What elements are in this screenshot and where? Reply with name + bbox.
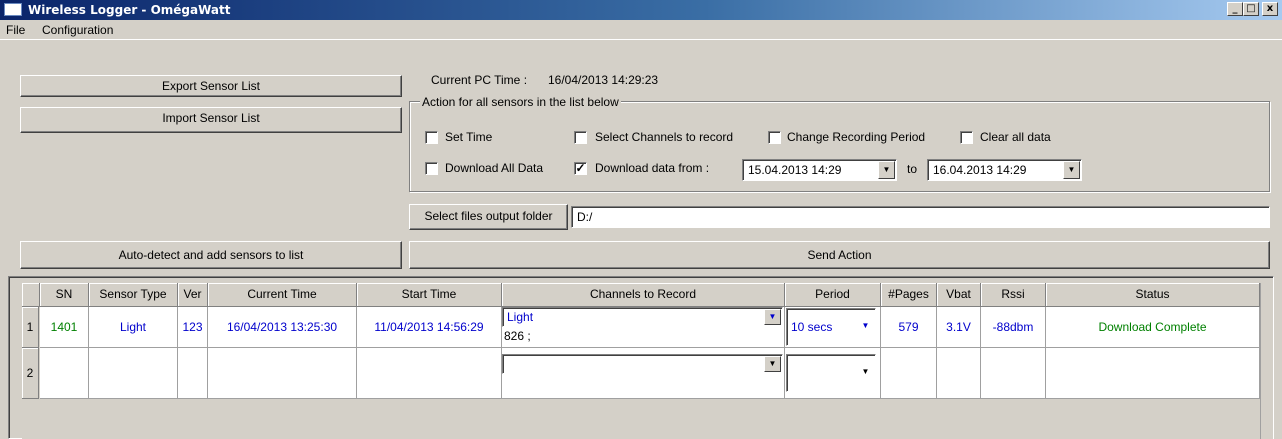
table-cell-vbat[interactable] <box>937 348 981 399</box>
title-bar: Wireless Logger - OmégaWatt _ □ x <box>0 0 1282 20</box>
from-date-picker[interactable]: 15.04.2013 14:29 ▼ <box>742 159 897 181</box>
table-cell-start-time[interactable]: 11/04/2013 14:56:29 <box>357 307 502 348</box>
output-folder-value: D:/ <box>577 210 593 224</box>
dropdown-arrow-icon[interactable]: ▼ <box>857 310 874 344</box>
table-cell-current-time[interactable] <box>208 348 357 399</box>
dropdown-arrow-icon[interactable]: ▼ <box>878 161 895 179</box>
app-icon <box>4 3 22 16</box>
window-title: Wireless Logger - OmégaWatt <box>28 3 231 17</box>
select-output-folder-button[interactable]: Select files output folder <box>409 204 568 230</box>
to-date-picker[interactable]: 16.04.2013 14:29 ▼ <box>927 159 1082 181</box>
menu-configuration[interactable]: Configuration <box>42 23 113 37</box>
channel-select[interactable]: ▼ <box>502 354 783 374</box>
column-header-start-time[interactable]: Start Time <box>357 283 502 307</box>
table-cell-sn[interactable] <box>40 348 89 399</box>
table-cell-ver[interactable]: 123 <box>178 307 208 348</box>
grid-corner <box>22 283 40 307</box>
channel-select[interactable]: Light ▼ <box>502 307 783 327</box>
channel-detail: 826 ; <box>504 329 531 343</box>
column-header-ver[interactable]: Ver <box>178 283 208 307</box>
download-from-label: Download data from : <box>595 161 710 175</box>
clear-data-label: Clear all data <box>980 130 1051 144</box>
period-select[interactable]: 10 secs ▼ <box>786 308 876 346</box>
table-cell-start-time[interactable] <box>357 348 502 399</box>
table-cell-rssi[interactable]: -88dbm <box>981 307 1046 348</box>
dropdown-arrow-icon[interactable]: ▼ <box>857 356 874 390</box>
download-all-checkbox[interactable] <box>425 162 438 175</box>
table-cell-vbat[interactable]: 3.1V <box>937 307 981 348</box>
grid-scrollbar[interactable] <box>1260 283 1273 439</box>
period-select-value: 10 secs <box>791 320 833 334</box>
minimize-button[interactable]: _ <box>1227 2 1243 16</box>
table-cell-period[interactable]: 10 secs ▼ <box>785 307 881 348</box>
table-cell-channels[interactable]: Light ▼ 826 ; <box>502 307 785 348</box>
table-cell-ver[interactable] <box>178 348 208 399</box>
to-date-value: 16.04.2013 14:29 <box>933 163 1027 177</box>
check-icon: ✓ <box>575 161 586 175</box>
column-header-pages[interactable]: #Pages <box>881 283 937 307</box>
clear-data-checkbox[interactable] <box>960 131 973 144</box>
dropdown-arrow-icon[interactable]: ▼ <box>764 356 781 372</box>
column-header-channels[interactable]: Channels to Record <box>502 283 785 307</box>
set-time-checkbox[interactable] <box>425 131 438 144</box>
table-cell-sn[interactable]: 1401 <box>40 307 89 348</box>
action-group-legend: Action for all sensors in the list below <box>420 95 621 109</box>
table-cell-status[interactable]: Download Complete <box>1046 307 1260 348</box>
from-date-value: 15.04.2013 14:29 <box>748 163 842 177</box>
change-period-checkbox[interactable] <box>768 131 781 144</box>
table-cell-channels[interactable]: ▼ <box>502 348 785 399</box>
menu-file[interactable]: File <box>6 23 25 37</box>
maximize-button[interactable]: □ <box>1243 2 1259 16</box>
column-header-current-time[interactable]: Current Time <box>208 283 357 307</box>
to-label: to <box>907 162 918 176</box>
set-time-label: Set Time <box>445 130 493 144</box>
pc-time-value: 16/04/2013 14:29:23 <box>548 73 659 87</box>
table-cell-current-time[interactable]: 16/04/2013 13:25:30 <box>208 307 357 348</box>
dropdown-arrow-icon[interactable]: ▼ <box>764 309 781 325</box>
column-header-rssi[interactable]: Rssi <box>981 283 1046 307</box>
select-channels-label: Select Channels to record <box>595 130 734 144</box>
auto-detect-button[interactable]: Auto-detect and add sensors to list <box>20 241 402 269</box>
export-sensor-list-button[interactable]: Export Sensor List <box>20 75 402 97</box>
close-button[interactable]: x <box>1262 2 1278 16</box>
row-header[interactable]: 2 <box>22 348 39 399</box>
download-all-label: Download All Data <box>445 161 544 175</box>
column-header-sn[interactable]: SN <box>40 283 89 307</box>
download-from-checkbox[interactable]: ✓ <box>574 162 587 175</box>
table-cell-period[interactable]: ▼ <box>785 348 881 399</box>
change-period-label: Change Recording Period <box>787 130 926 144</box>
pc-time-label: Current PC Time : <box>431 73 528 87</box>
select-channels-checkbox[interactable] <box>574 131 587 144</box>
output-folder-field[interactable]: D:/ <box>571 206 1270 228</box>
table-cell-status[interactable] <box>1046 348 1260 399</box>
column-header-vbat[interactable]: Vbat <box>937 283 981 307</box>
row-header[interactable]: 1 <box>22 307 39 348</box>
table-cell-rssi[interactable] <box>981 348 1046 399</box>
send-action-button[interactable]: Send Action <box>409 241 1270 269</box>
menu-bar: File Configuration <box>0 20 1282 40</box>
table-cell-sensor-type[interactable]: Light <box>89 307 178 348</box>
table-cell-pages[interactable] <box>881 348 937 399</box>
channel-select-value: Light <box>507 310 534 324</box>
column-header-status[interactable]: Status <box>1046 283 1260 307</box>
import-sensor-list-button[interactable]: Import Sensor List <box>20 107 402 133</box>
dropdown-arrow-icon[interactable]: ▼ <box>1063 161 1080 179</box>
column-header-sensor-type[interactable]: Sensor Type <box>89 283 178 307</box>
period-select[interactable]: ▼ <box>786 354 876 392</box>
table-cell-pages[interactable]: 579 <box>881 307 937 348</box>
column-header-period[interactable]: Period <box>785 283 881 307</box>
table-cell-sensor-type[interactable] <box>89 348 178 399</box>
